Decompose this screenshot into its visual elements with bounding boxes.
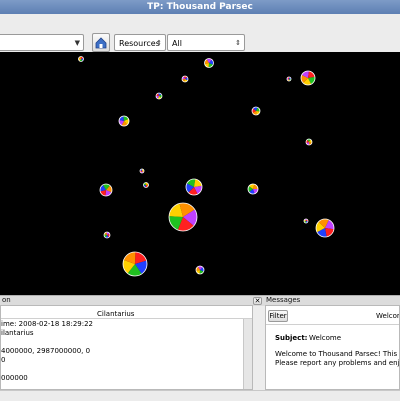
star-system-icon[interactable] <box>122 251 148 277</box>
info-line: ilantarius <box>1 329 34 337</box>
info-line: 0 <box>1 356 6 364</box>
star-system-icon[interactable] <box>99 183 113 197</box>
star-system-icon[interactable] <box>181 75 189 83</box>
star-system-icon[interactable] <box>204 58 214 68</box>
close-icon: ✕ <box>254 297 261 305</box>
window-title: TP: Thousand Parsec <box>0 0 400 14</box>
star-system-icon[interactable] <box>195 265 205 275</box>
message-header: Welcom <box>376 312 399 320</box>
home-button[interactable] <box>92 33 110 52</box>
star-system-icon[interactable] <box>185 178 203 196</box>
info-line: 4000000, 2987000000, 0 <box>1 347 91 355</box>
info-pane: Cilantarius ime: 2008-02-18 18:29:22 ila… <box>0 305 253 390</box>
star-system-icon[interactable] <box>168 202 198 232</box>
info-scrollbar[interactable] <box>243 319 252 389</box>
message-body-line: Welcome to Thousand Parsec! This se <box>275 350 400 358</box>
star-map[interactable] <box>0 52 400 295</box>
info-pane-title: on <box>2 296 11 304</box>
star-system-icon[interactable] <box>247 183 259 195</box>
star-system-icon[interactable] <box>251 106 261 116</box>
info-line: ime: 2008-02-18 18:29:22 <box>1 320 93 328</box>
divider <box>266 324 399 325</box>
messages-pane-title: Messages <box>266 296 301 304</box>
toolbar: ▼ Resources ⇕ All ⇕ <box>0 14 400 53</box>
updown-icon: ⇕ <box>235 39 241 47</box>
star-system-icon[interactable] <box>78 56 84 62</box>
close-pane-button[interactable]: ✕ <box>253 297 262 305</box>
star-map-canvas[interactable] <box>0 52 400 295</box>
home-icon <box>95 37 107 49</box>
overlay-select[interactable]: Resources ⇕ <box>114 34 166 51</box>
star-system-icon[interactable] <box>139 168 145 174</box>
updown-icon: ⇕ <box>156 39 162 47</box>
object-select[interactable]: ▼ <box>0 34 84 51</box>
subject-value: Welcome <box>309 334 342 342</box>
messages-pane: Filter Welcom Subject: Welcome Welcome t… <box>265 305 400 390</box>
star-system-icon[interactable] <box>103 231 111 239</box>
status-bar <box>0 390 400 401</box>
info-line: 000000 <box>1 374 28 382</box>
chevron-down-icon: ▼ <box>74 39 80 47</box>
message-body-line: Please report any problems and enjo <box>275 359 400 367</box>
star-system-icon[interactable] <box>303 218 309 224</box>
star-system-icon[interactable] <box>118 115 130 127</box>
star-system-icon[interactable] <box>305 138 313 146</box>
info-object-name: Cilantarius <box>97 310 135 318</box>
filter-select[interactable]: All ⇕ <box>167 34 245 51</box>
star-system-icon[interactable] <box>300 70 316 86</box>
star-system-icon[interactable] <box>286 76 292 82</box>
filter-button[interactable]: Filter <box>268 310 288 322</box>
overlay-select-value: Resources <box>119 39 160 48</box>
star-system-icon[interactable] <box>143 182 149 188</box>
star-system-icon[interactable] <box>155 92 163 100</box>
divider <box>1 318 252 319</box>
subject-label: Subject: <box>275 334 308 342</box>
filter-select-value: All <box>172 39 182 48</box>
star-system-icon[interactable] <box>315 218 335 238</box>
